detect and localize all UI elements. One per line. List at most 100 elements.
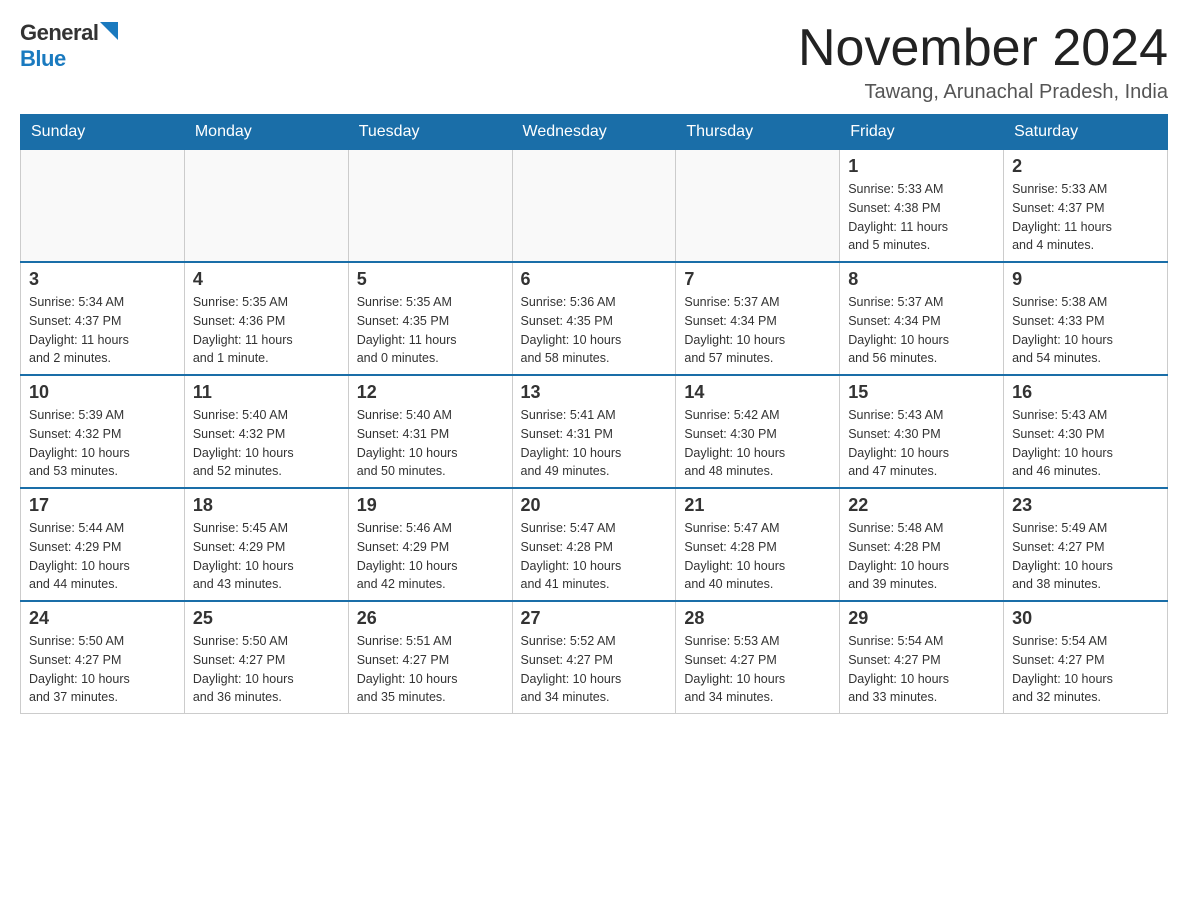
day-info: Sunrise: 5:43 AMSunset: 4:30 PMDaylight:… xyxy=(848,406,995,481)
day-number: 23 xyxy=(1012,495,1159,516)
calendar-header-friday: Friday xyxy=(840,115,1004,150)
calendar-cell: 4Sunrise: 5:35 AMSunset: 4:36 PMDaylight… xyxy=(184,262,348,375)
calendar-cell: 11 Sunrise: 5:40 AMSunset: 4:32 PMDayligh… xyxy=(184,375,348,488)
day-number: 18 xyxy=(193,495,340,516)
page-header: General Blue November 2024 Tawang, Aruna… xyxy=(20,20,1168,104)
calendar-cell: 13Sunrise: 5:41 AMSunset: 4:31 PMDayligh… xyxy=(512,375,676,488)
logo: General Blue xyxy=(20,20,118,72)
day-number: 7 xyxy=(684,269,831,290)
day-number: 27 xyxy=(521,608,668,629)
day-info: Sunrise: 5:36 AMSunset: 4:35 PMDaylight:… xyxy=(521,293,668,368)
day-info: Sunrise: 5:45 AMSunset: 4:29 PMDaylight:… xyxy=(193,519,340,594)
day-info: Sunrise: 5:46 AMSunset: 4:29 PMDaylight:… xyxy=(357,519,504,594)
title-block: November 2024 Tawang, Arunachal Pradesh,… xyxy=(798,20,1168,104)
day-number: 22 xyxy=(848,495,995,516)
day-info: Sunrise: 5:54 AMSunset: 4:27 PMDaylight:… xyxy=(1012,632,1159,707)
day-info: Sunrise: 5:37 AMSunset: 4:34 PMDaylight:… xyxy=(684,293,831,368)
calendar-cell: 27 Sunrise: 5:52 AMSunset: 4:27 PMDayligh… xyxy=(512,601,676,714)
day-number: 2 xyxy=(1012,156,1159,177)
calendar-cell: 18 Sunrise: 5:45 AMSunset: 4:29 PMDayligh… xyxy=(184,488,348,601)
day-number: 9 xyxy=(1012,269,1159,290)
calendar-header-saturday: Saturday xyxy=(1004,115,1168,150)
day-info: Sunrise: 5:34 AMSunset: 4:37 PMDaylight:… xyxy=(29,293,176,368)
calendar-cell xyxy=(676,150,840,263)
calendar-week-row: 17Sunrise: 5:44 AMSunset: 4:29 PMDayligh… xyxy=(21,488,1168,601)
calendar-cell: 23 Sunrise: 5:49 AMSunset: 4:27 PMDayligh… xyxy=(1004,488,1168,601)
calendar-week-row: 3Sunrise: 5:34 AMSunset: 4:37 PMDaylight… xyxy=(21,262,1168,375)
calendar-cell xyxy=(512,150,676,263)
day-info: Sunrise: 5:39 AMSunset: 4:32 PMDaylight:… xyxy=(29,406,176,481)
logo-general-text: General xyxy=(20,20,98,46)
calendar-cell: 12Sunrise: 5:40 AMSunset: 4:31 PMDayligh… xyxy=(348,375,512,488)
day-number: 29 xyxy=(848,608,995,629)
day-info: Sunrise: 5:50 AMSunset: 4:27 PMDaylight:… xyxy=(193,632,340,707)
logo-blue-text: Blue xyxy=(20,46,66,71)
calendar-week-row: 1 Sunrise: 5:33 AMSunset: 4:38 PMDaylight… xyxy=(21,150,1168,263)
calendar-cell: 7 Sunrise: 5:37 AMSunset: 4:34 PMDaylight… xyxy=(676,262,840,375)
calendar-cell: 6Sunrise: 5:36 AMSunset: 4:35 PMDaylight… xyxy=(512,262,676,375)
calendar-header-row: SundayMondayTuesdayWednesdayThursdayFrid… xyxy=(21,115,1168,150)
day-number: 25 xyxy=(193,608,340,629)
day-info: Sunrise: 5:33 AMSunset: 4:38 PMDaylight:… xyxy=(848,180,995,255)
calendar-cell: 30 Sunrise: 5:54 AMSunset: 4:27 PMDayligh… xyxy=(1004,601,1168,714)
calendar-cell: 3Sunrise: 5:34 AMSunset: 4:37 PMDaylight… xyxy=(21,262,185,375)
day-number: 5 xyxy=(357,269,504,290)
calendar-header-thursday: Thursday xyxy=(676,115,840,150)
calendar-cell: 28 Sunrise: 5:53 AMSunset: 4:27 PMDayligh… xyxy=(676,601,840,714)
day-info: Sunrise: 5:48 AMSunset: 4:28 PMDaylight:… xyxy=(848,519,995,594)
day-info: Sunrise: 5:40 AMSunset: 4:32 PMDaylight:… xyxy=(193,406,340,481)
day-info: Sunrise: 5:49 AMSunset: 4:27 PMDaylight:… xyxy=(1012,519,1159,594)
day-info: Sunrise: 5:52 AMSunset: 4:27 PMDaylight:… xyxy=(521,632,668,707)
calendar-cell: 21 Sunrise: 5:47 AMSunset: 4:28 PMDayligh… xyxy=(676,488,840,601)
day-info: Sunrise: 5:42 AMSunset: 4:30 PMDaylight:… xyxy=(684,406,831,481)
day-number: 21 xyxy=(684,495,831,516)
calendar-cell: 26 Sunrise: 5:51 AMSunset: 4:27 PMDayligh… xyxy=(348,601,512,714)
day-number: 11 xyxy=(193,382,340,403)
calendar-cell: 17Sunrise: 5:44 AMSunset: 4:29 PMDayligh… xyxy=(21,488,185,601)
day-info: Sunrise: 5:47 AMSunset: 4:28 PMDaylight:… xyxy=(684,519,831,594)
calendar-header-sunday: Sunday xyxy=(21,115,185,150)
calendar-header-monday: Monday xyxy=(184,115,348,150)
day-number: 20 xyxy=(521,495,668,516)
day-number: 1 xyxy=(848,156,995,177)
calendar-cell: 16 Sunrise: 5:43 AMSunset: 4:30 PMDayligh… xyxy=(1004,375,1168,488)
day-info: Sunrise: 5:51 AMSunset: 4:27 PMDaylight:… xyxy=(357,632,504,707)
day-info: Sunrise: 5:50 AMSunset: 4:27 PMDaylight:… xyxy=(29,632,176,707)
day-number: 30 xyxy=(1012,608,1159,629)
day-info: Sunrise: 5:54 AMSunset: 4:27 PMDaylight:… xyxy=(848,632,995,707)
calendar-cell: 20 Sunrise: 5:47 AMSunset: 4:28 PMDayligh… xyxy=(512,488,676,601)
calendar-week-row: 24 Sunrise: 5:50 AMSunset: 4:27 PMDayligh… xyxy=(21,601,1168,714)
day-info: Sunrise: 5:35 AMSunset: 4:35 PMDaylight:… xyxy=(357,293,504,368)
calendar-header-wednesday: Wednesday xyxy=(512,115,676,150)
day-info: Sunrise: 5:47 AMSunset: 4:28 PMDaylight:… xyxy=(521,519,668,594)
day-number: 13 xyxy=(521,382,668,403)
day-number: 16 xyxy=(1012,382,1159,403)
day-number: 12 xyxy=(357,382,504,403)
calendar-cell xyxy=(348,150,512,263)
calendar-cell xyxy=(184,150,348,263)
day-info: Sunrise: 5:43 AMSunset: 4:30 PMDaylight:… xyxy=(1012,406,1159,481)
day-number: 19 xyxy=(357,495,504,516)
calendar-header-tuesday: Tuesday xyxy=(348,115,512,150)
calendar-cell: 5 Sunrise: 5:35 AMSunset: 4:35 PMDaylight… xyxy=(348,262,512,375)
calendar-cell: 22 Sunrise: 5:48 AMSunset: 4:28 PMDayligh… xyxy=(840,488,1004,601)
calendar-cell: 25 Sunrise: 5:50 AMSunset: 4:27 PMDayligh… xyxy=(184,601,348,714)
day-info: Sunrise: 5:33 AMSunset: 4:37 PMDaylight:… xyxy=(1012,180,1159,255)
calendar-cell: 14Sunrise: 5:42 AMSunset: 4:30 PMDayligh… xyxy=(676,375,840,488)
day-info: Sunrise: 5:37 AMSunset: 4:34 PMDaylight:… xyxy=(848,293,995,368)
day-info: Sunrise: 5:35 AMSunset: 4:36 PMDaylight:… xyxy=(193,293,340,368)
location-subtitle: Tawang, Arunachal Pradesh, India xyxy=(798,81,1168,104)
calendar-cell: 1 Sunrise: 5:33 AMSunset: 4:38 PMDaylight… xyxy=(840,150,1004,263)
day-number: 10 xyxy=(29,382,176,403)
calendar-cell: 10 Sunrise: 5:39 AMSunset: 4:32 PMDayligh… xyxy=(21,375,185,488)
calendar-cell xyxy=(21,150,185,263)
day-info: Sunrise: 5:53 AMSunset: 4:27 PMDaylight:… xyxy=(684,632,831,707)
calendar-cell: 8 Sunrise: 5:37 AMSunset: 4:34 PMDaylight… xyxy=(840,262,1004,375)
day-info: Sunrise: 5:44 AMSunset: 4:29 PMDaylight:… xyxy=(29,519,176,594)
day-number: 24 xyxy=(29,608,176,629)
day-number: 28 xyxy=(684,608,831,629)
day-number: 8 xyxy=(848,269,995,290)
day-number: 26 xyxy=(357,608,504,629)
calendar-cell: 24 Sunrise: 5:50 AMSunset: 4:27 PMDayligh… xyxy=(21,601,185,714)
month-title: November 2024 xyxy=(798,20,1168,77)
